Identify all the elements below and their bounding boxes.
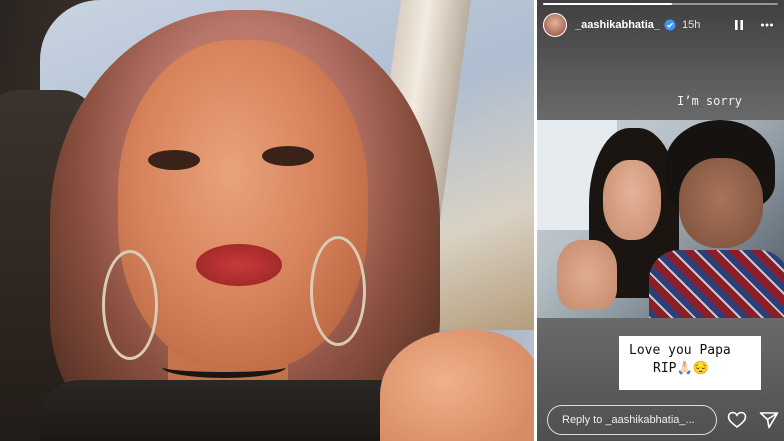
story-progress-fill (543, 3, 673, 5)
right-hoop-earring (310, 236, 366, 346)
story-caption: Love you Papa RIP🙏🏻😔 (619, 336, 761, 390)
story-timestamp: 15h (682, 19, 701, 31)
story-progress-bar (543, 3, 778, 5)
choker-necklace (162, 356, 286, 378)
caption-line-1: Love you Papa (629, 343, 731, 358)
story-header-controls (732, 18, 778, 32)
right-eye (262, 146, 314, 166)
photo-hand-gesture (557, 240, 617, 310)
selfie-photo (0, 0, 534, 441)
heart-icon[interactable] (727, 411, 747, 429)
photo-man-face (679, 158, 763, 248)
lips (196, 244, 282, 286)
left-hoop-earring (102, 250, 158, 360)
reply-input[interactable]: Reply to _aashikabhatia_... (547, 405, 717, 435)
caption-line-2: RIP🙏🏻😔 (653, 361, 709, 376)
story-text-top: I’m sorry (677, 94, 743, 108)
instagram-story: _aashikabhatia_ 15h I’m sorry Love you P… (537, 0, 784, 441)
avatar[interactable] (543, 13, 567, 37)
story-username[interactable]: _aashikabhatia_ (575, 19, 660, 31)
send-icon[interactable] (759, 411, 779, 429)
left-eye (148, 150, 200, 170)
verified-badge-icon (664, 19, 676, 31)
photo-girl-face (603, 160, 661, 240)
reply-actions (727, 410, 779, 430)
photo-checked-shirt (649, 250, 784, 318)
story-header: _aashikabhatia_ 15h (543, 10, 778, 40)
more-options-icon[interactable] (760, 18, 774, 32)
pause-icon[interactable] (732, 18, 746, 32)
story-photo (537, 120, 784, 318)
